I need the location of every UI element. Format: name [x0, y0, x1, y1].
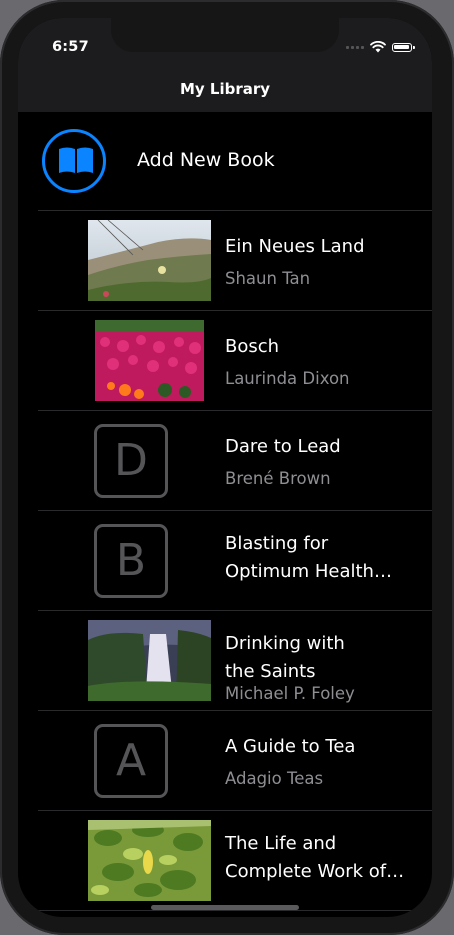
book-title-line-2: Complete Work of… — [225, 861, 405, 882]
book-title: Ein Neues Land — [225, 236, 365, 257]
book-title: Blasting for Optimum Health… — [225, 530, 425, 586]
letter-placeholder-icon: B — [94, 524, 168, 598]
book-row-bosch[interactable]: Bosch Laurinda Dixon — [38, 311, 432, 411]
book-author: Shaun Tan — [225, 269, 311, 288]
book-title-line-1: Blasting for — [225, 533, 329, 554]
book-list: Add New Book Ein Neues Land Shaun Tan Bo… — [18, 112, 432, 911]
add-new-book-row[interactable]: Add New Book — [38, 112, 432, 211]
phone-screen: 6:57 My Library Add New Book Ein Neues L… — [18, 18, 432, 917]
home-indicator[interactable] — [151, 905, 299, 910]
book-row-a-guide-to-tea[interactable]: A A Guide to Tea Adagio Teas — [38, 711, 432, 811]
phone-bezel: 6:57 My Library Add New Book Ein Neues L… — [0, 0, 454, 935]
book-row-ein-neues-land[interactable]: Ein Neues Land Shaun Tan — [38, 211, 432, 311]
book-title: The Life and Complete Work of… — [225, 830, 425, 886]
book-title-line-2: Optimum Health… — [225, 561, 392, 582]
wifi-icon — [370, 41, 386, 53]
book-row-drinking-with-the-saints[interactable]: Drinking with the Saints Michael P. Fole… — [38, 611, 432, 711]
book-row-the-life-and-complete-work[interactable]: The Life and Complete Work of… — [38, 811, 432, 911]
book-cover-image — [88, 820, 211, 901]
status-time: 6:57 — [52, 39, 89, 55]
book-author: Michael P. Foley — [225, 684, 355, 703]
device-background: 6:57 My Library Add New Book Ein Neues L… — [0, 0, 454, 935]
letter-placeholder-icon: A — [94, 724, 168, 798]
book-row-dare-to-lead[interactable]: D Dare to Lead Brené Brown — [38, 411, 432, 511]
book-cover-image — [88, 620, 211, 701]
letter-placeholder-icon: D — [94, 424, 168, 498]
book-author: Adagio Teas — [225, 769, 324, 788]
status-icons — [346, 41, 415, 53]
book-title: Bosch — [225, 336, 280, 357]
battery-icon — [392, 42, 415, 52]
book-row-blasting-for-optimum-health[interactable]: B Blasting for Optimum Health… — [38, 511, 432, 611]
notch — [111, 18, 339, 52]
page-title: My Library — [179, 80, 271, 98]
signal-icon — [346, 45, 364, 49]
book-title-line-1: Drinking with — [225, 633, 345, 654]
book-cover-image — [88, 220, 211, 301]
book-title-line-1: The Life and — [225, 833, 337, 854]
book-title: Drinking with the Saints — [225, 630, 425, 686]
book-title: A Guide to Tea — [225, 736, 356, 757]
book-author: Brené Brown — [225, 469, 331, 488]
book-title-line-2: the Saints — [225, 661, 316, 682]
book-icon — [42, 129, 106, 193]
book-cover-image — [95, 320, 204, 401]
add-new-book-label: Add New Book — [137, 149, 275, 171]
book-author: Laurinda Dixon — [225, 369, 350, 388]
navigation-bar: My Library — [18, 70, 432, 112]
book-title: Dare to Lead — [225, 436, 341, 457]
